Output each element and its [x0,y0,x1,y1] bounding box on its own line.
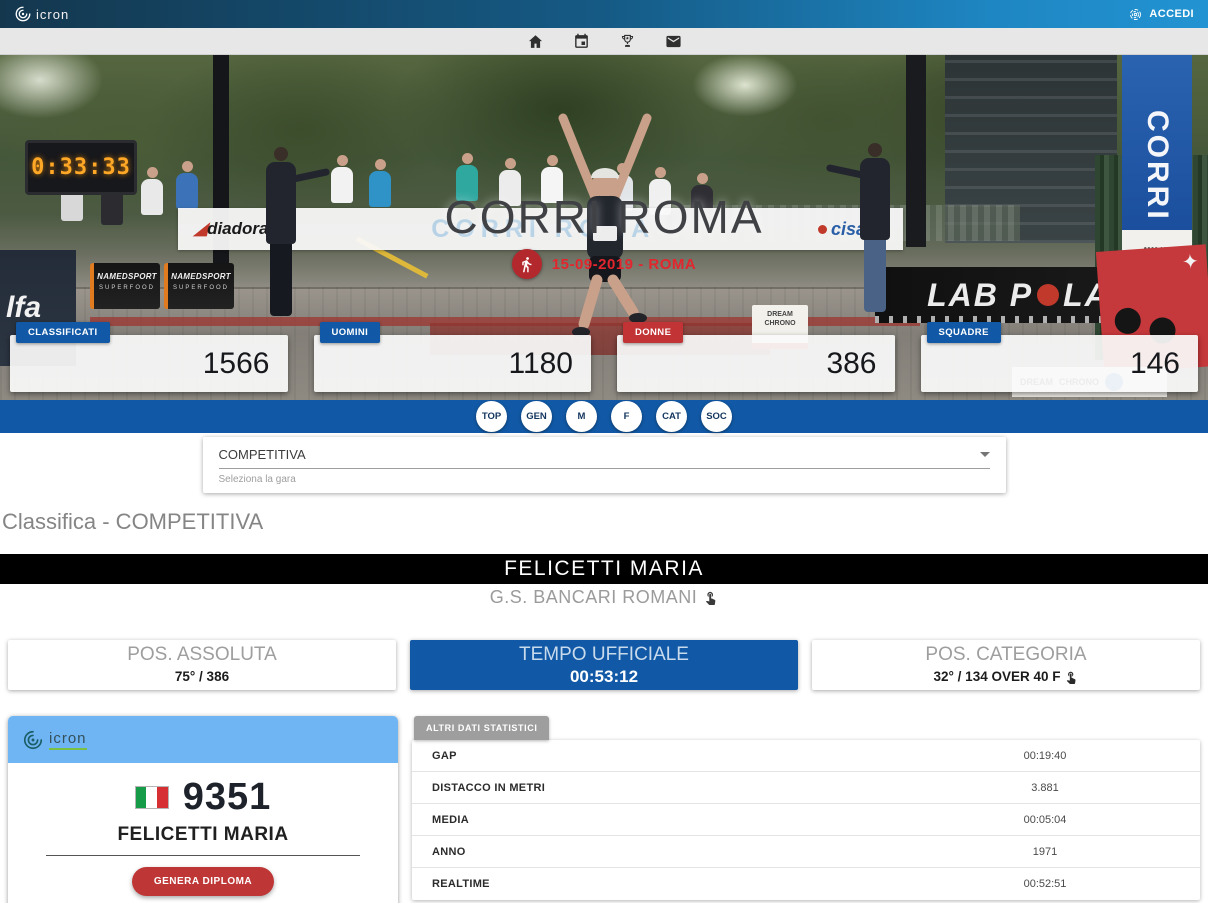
bib-athlete-name: FELICETTI MARIA [8,824,398,846]
table-row: ANNO 1971 [412,836,1200,868]
event-date: 15-09-2019 - ROMA [552,256,696,273]
table-row: DISTACCO IN METRI 3.881 [412,772,1200,804]
logo-text: icron [36,7,69,22]
filter-gen[interactable]: GEN [521,401,552,432]
icon-navbar [0,28,1208,55]
summary-cards: POS. ASSOLUTA 75° / 386 TEMPO UFFICIALE … [0,640,1208,690]
other-stats-panel: ALTRI DATI STATISTICI GAP 00:19:40 DISTA… [412,716,1200,900]
stat-value: 146 [1130,347,1180,381]
stats-table: GAP 00:19:40 DISTACCO IN METRI 3.881 MED… [412,740,1200,900]
athlete-team-line: G.S. BANCARI ROMANI [0,584,1208,610]
divider [46,855,360,856]
filter-cat[interactable]: CAT [656,401,687,432]
card-title: TEMPO UFFICIALE [410,642,798,667]
page-title: Classifica - COMPETITIVA [0,509,1208,535]
stats-panel-badge: ALTRI DATI STATISTICI [414,716,549,740]
race-clock: 0:33:33 [25,140,137,195]
athlete-detail-row: icron 9351 FELICETTI MARIA GENERA DIPLOM… [0,716,1208,903]
trophy-icon[interactable] [619,33,636,50]
touch-icon[interactable] [703,590,718,605]
race-clock-time: 0:33:33 [31,155,131,180]
card-pos-categoria: POS. CATEGORIA 32° / 134 OVER 40 F [812,640,1200,690]
stat-box-squadre: SQUADRE 146 [921,335,1199,392]
polar-red-dot [1037,284,1059,306]
accedi-label: ACCEDI [1149,8,1194,20]
athlete-name-bar: FELICETTI MARIA [0,554,1208,584]
card-tempo-ufficiale: TEMPO UFFICIALE 00:53:12 [410,640,798,690]
italy-flag-icon [135,786,169,809]
stat-badge: UOMINI [320,322,381,343]
card-title: POS. CATEGORIA [812,642,1200,667]
touch-icon[interactable] [1064,670,1078,684]
stat-value: 1566 [203,347,270,381]
card-title: POS. ASSOLUTA [8,642,396,667]
filter-soc[interactable]: SOC [701,401,732,432]
filter-f[interactable]: F [611,401,642,432]
card-value: 32° / 134 OVER 40 F [812,667,1200,687]
hero-photo: CORRI ●●●● ●●●●● ●● 0:33:33 NAMEDSPORT S… [0,55,1208,400]
mail-icon[interactable] [665,33,682,50]
fingerprint-icon [1128,7,1143,22]
stat-value: 386 [826,347,876,381]
race-select-value: COMPETITIVA [219,447,306,462]
icron-logo-text: icron [49,730,87,750]
race-results-page: icron ACCEDI CORRI ●●●● ●●●●● ●● 0:33:33 [0,0,1208,903]
bib-card-body: 9351 FELICETTI MARIA GENERA DIPLOMA [8,763,398,903]
stat-box-donne: DONNE 386 [617,335,895,392]
top-header: icron ACCEDI [0,0,1208,28]
race-select-helper: Seleziona la gara [219,474,990,485]
table-row: MEDIA 00:05:04 [412,804,1200,836]
stat-badge: CLASSIFICATI [16,322,110,343]
card-value: 75° / 386 [8,667,396,687]
race-select[interactable]: COMPETITIVA Seleziona la gara [203,437,1006,493]
stat-box-uomini: UOMINI 1180 [314,335,592,392]
runner-icon [518,256,535,273]
filter-top[interactable]: TOP [476,401,507,432]
bib-card-header: icron [8,716,398,763]
runner-badge [512,249,542,279]
bib-number: 9351 [183,777,272,817]
event-title: CORRI ROMA [0,191,1208,243]
event-stats-row: CLASSIFICATI 1566 UOMINI 1180 DONNE 386 … [0,335,1208,392]
genera-diploma-button[interactable]: GENERA DIPLOMA [132,867,274,896]
stat-badge: SQUADRE [927,322,1001,343]
filter-m[interactable]: M [566,401,597,432]
athlete-team: G.S. BANCARI ROMANI [490,587,698,608]
bib-card: icron 9351 FELICETTI MARIA GENERA DIPLOM… [8,716,398,903]
icron-swirl-icon [14,5,32,23]
home-icon[interactable] [527,33,544,50]
accedi-button[interactable]: ACCEDI [1128,7,1194,22]
event-date-row: 15-09-2019 - ROMA [0,249,1208,279]
chevron-down-icon [980,452,990,457]
card-pos-assoluta: POS. ASSOLUTA 75° / 386 [8,640,396,690]
stat-value: 1180 [508,347,573,381]
icron-swirl-icon [22,729,44,751]
table-row: REALTIME 00:52:51 [412,868,1200,900]
card-value: 00:53:12 [410,667,798,687]
stat-badge: DONNE [623,322,683,343]
filter-bar: TOP GEN M F CAT SOC [0,400,1208,433]
table-row: GAP 00:19:40 [412,740,1200,772]
stat-box-classificati: CLASSIFICATI 1566 [10,335,288,392]
icron-logo[interactable]: icron [14,5,69,23]
calendar-icon[interactable] [573,33,590,50]
race-select-section: COMPETITIVA Seleziona la gara [0,433,1208,503]
